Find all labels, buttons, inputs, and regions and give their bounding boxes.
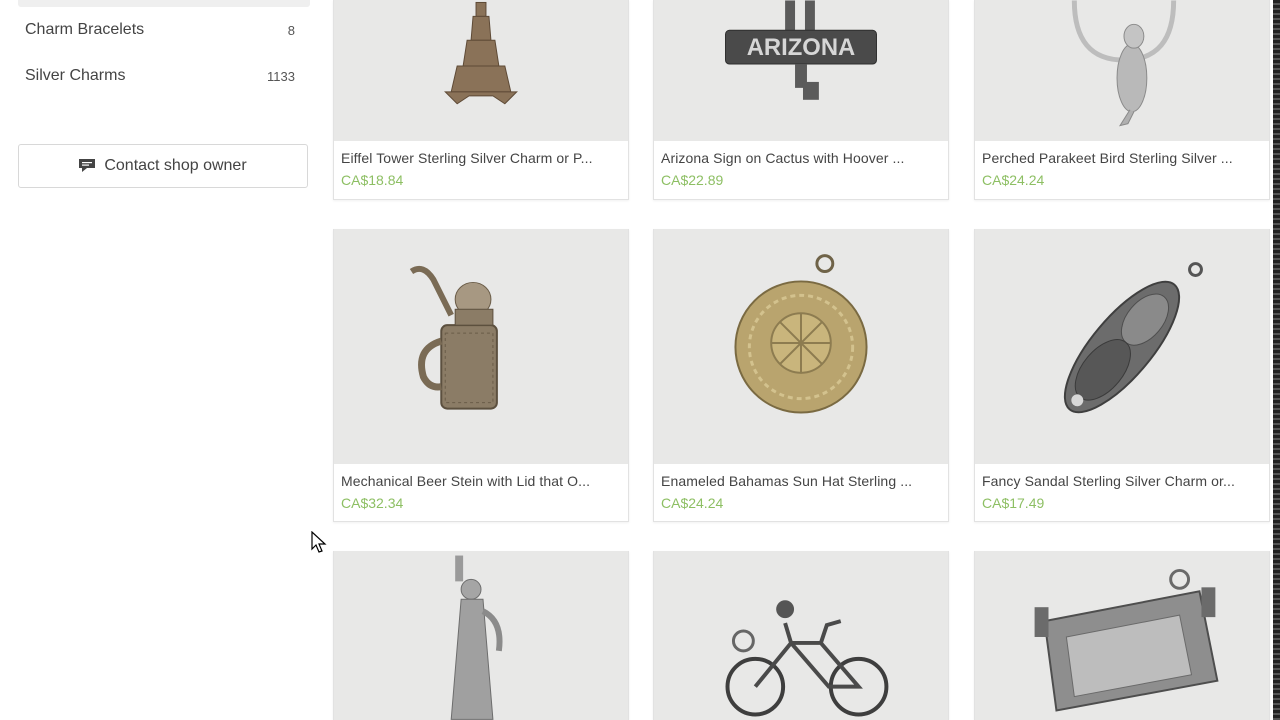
sidebar-item-label: Silver Charms xyxy=(25,67,126,84)
listing-price: CA$24.24 xyxy=(982,172,1045,188)
listing-card[interactable]: ARIZONA Arizona Sign on Cactus with Hoov… xyxy=(653,0,949,200)
contact-button-label: Contact shop owner xyxy=(104,157,247,174)
listing-title[interactable]: Mechanical Beer Stein with Lid that O... xyxy=(334,464,628,489)
listing-title[interactable]: Eiffel Tower Sterling Silver Charm or P.… xyxy=(334,141,628,166)
sun-hat-charm-image[interactable] xyxy=(654,229,948,464)
listing-price: CA$32.34 xyxy=(341,495,404,511)
eiffel-tower-charm-image[interactable] xyxy=(334,0,628,141)
sidebar-active-item-edge[interactable] xyxy=(18,0,310,7)
listing-price: CA$17.49 xyxy=(982,495,1045,511)
listing-card[interactable] xyxy=(333,551,629,720)
listing-price: CA$24.24 xyxy=(661,495,724,511)
sidebar-item-count: 1133 xyxy=(267,68,295,84)
listing-price: CA$22.89 xyxy=(661,172,724,188)
contact-shop-owner-button[interactable]: Contact shop owner xyxy=(18,144,308,188)
sidebar-item-count: 8 xyxy=(287,22,295,38)
sidebar-item-label: Charm Bracelets xyxy=(25,21,145,38)
listing-card[interactable]: Perched Parakeet Bird Sterling Silver ..… xyxy=(974,0,1270,200)
sign-text: ARIZONA xyxy=(747,34,856,61)
sidebar-item-silver-charms[interactable]: Silver Charms 1133 xyxy=(25,64,295,88)
listing-card[interactable]: Fancy Sandal Sterling Silver Charm or...… xyxy=(974,229,1270,522)
listing-card[interactable] xyxy=(653,551,949,720)
listing-title[interactable]: Perched Parakeet Bird Sterling Silver ..… xyxy=(975,141,1269,166)
shop-sidebar: Charm Bracelets 8 Silver Charms 1133 Con… xyxy=(0,0,320,720)
listing-price: CA$18.84 xyxy=(341,172,404,188)
arizona-sign-charm-image[interactable]: ARIZONA xyxy=(654,0,948,141)
listing-card[interactable] xyxy=(974,551,1270,720)
window-right-edge xyxy=(1273,0,1280,720)
listing-card[interactable]: Eiffel Tower Sterling Silver Charm or P.… xyxy=(333,0,629,200)
cradle-charm-image[interactable] xyxy=(975,551,1269,720)
bicycle-charm-image[interactable] xyxy=(654,551,948,720)
listing-title[interactable]: Fancy Sandal Sterling Silver Charm or... xyxy=(975,464,1269,489)
message-icon xyxy=(79,159,96,172)
listing-card[interactable]: Mechanical Beer Stein with Lid that O...… xyxy=(333,229,629,522)
listing-title[interactable]: Enameled Bahamas Sun Hat Sterling ... xyxy=(654,464,948,489)
parakeet-charm-image[interactable] xyxy=(975,0,1269,141)
mouse-cursor-icon xyxy=(311,531,327,553)
sandal-charm-image[interactable] xyxy=(975,229,1269,464)
listing-title[interactable]: Arizona Sign on Cactus with Hoover ... xyxy=(654,141,948,166)
listing-card[interactable]: Enameled Bahamas Sun Hat Sterling ... CA… xyxy=(653,229,949,522)
beer-stein-charm-image[interactable] xyxy=(334,229,628,464)
statue-of-liberty-charm-image[interactable] xyxy=(334,551,628,720)
sidebar-item-charm-bracelets[interactable]: Charm Bracelets 8 xyxy=(25,18,295,42)
